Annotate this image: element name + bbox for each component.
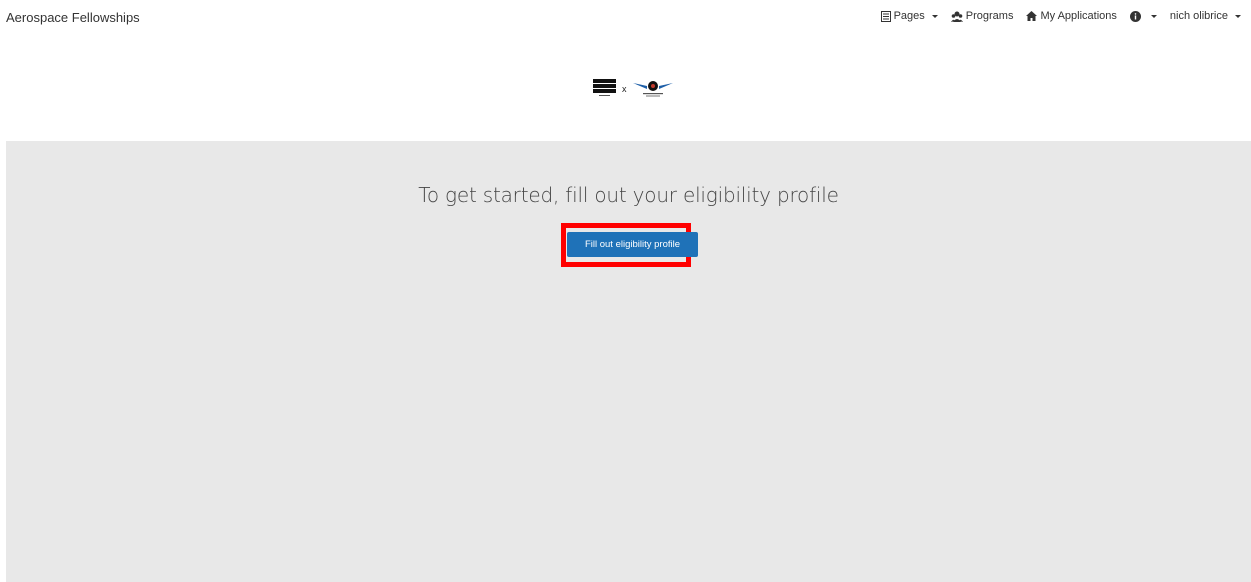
patti-grace-smith-logo: [593, 79, 616, 96]
chevron-down-icon: [1150, 15, 1157, 18]
main-content: To get started, fill out your eligibilit…: [6, 141, 1251, 582]
users-icon: [950, 11, 963, 22]
nav-pages-dropdown[interactable]: Pages: [880, 10, 938, 22]
user-name: nich olibrice: [1169, 10, 1228, 22]
nav-right: Pages Programs My Applications nich olib…: [880, 10, 1241, 22]
brand-link[interactable]: Aerospace Fellowships: [6, 10, 140, 25]
nav-user-dropdown[interactable]: nich olibrice: [1170, 10, 1241, 22]
logo-separator: x: [622, 84, 627, 94]
partner-logos: x: [593, 79, 673, 99]
logo-strip: x: [0, 38, 1251, 141]
home-icon: [1026, 11, 1038, 21]
top-navbar: Aerospace Fellowships Pages Programs My …: [0, 0, 1251, 38]
nav-my-applications-label: My Applications: [1040, 10, 1117, 22]
info-icon: [1129, 10, 1141, 22]
nav-pages-label: Pages: [893, 10, 925, 22]
file-icon: [880, 10, 891, 22]
chevron-down-icon: [1235, 15, 1241, 18]
nav-info-dropdown[interactable]: [1129, 10, 1157, 22]
fill-out-eligibility-profile-button[interactable]: Fill out eligibility profile: [567, 232, 698, 257]
nav-programs-link[interactable]: Programs: [950, 10, 1014, 22]
nav-my-applications-link[interactable]: My Applications: [1026, 10, 1117, 22]
page-headline: To get started, fill out your eligibilit…: [418, 183, 839, 207]
nav-programs-label: Programs: [965, 10, 1014, 22]
chevron-down-icon: [931, 15, 938, 18]
wings-logo: [632, 81, 673, 97]
